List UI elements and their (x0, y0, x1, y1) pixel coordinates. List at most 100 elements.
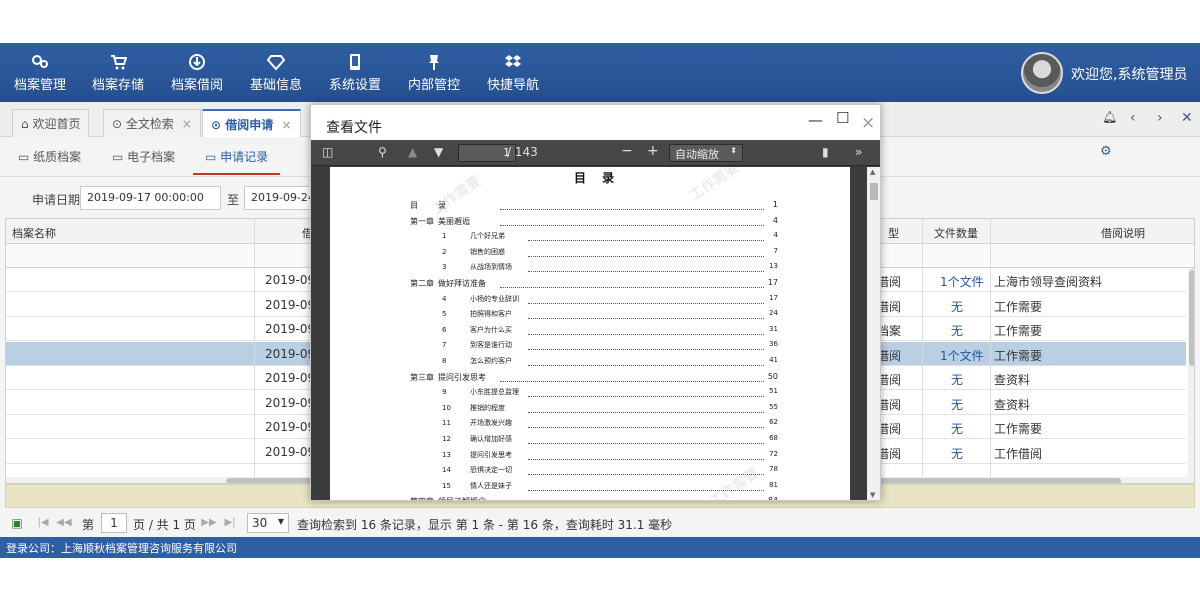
scroll-up-icon[interactable]: ▲ (870, 168, 875, 176)
first-page-icon[interactable]: |◀ (35, 515, 51, 531)
nav-item-basic-info[interactable]: 基础信息 (238, 43, 314, 102)
last-page-icon[interactable]: ▶| (222, 515, 238, 531)
subtab-application-records[interactable]: ▭ 申请记录 (192, 148, 281, 175)
toc-entry[interactable]: 5 拍照得和客户 24 (410, 309, 778, 323)
toc-entry[interactable]: 9 小东胜提总监理 51 (410, 387, 778, 401)
toc-leader-dots (500, 380, 764, 382)
nav-item-archive-management[interactable]: 档案管理 (2, 43, 78, 102)
column-header-file-count[interactable]: 文件数量 (934, 225, 978, 241)
cell-file-count[interactable]: 1个文件 (940, 347, 984, 364)
toc-entry-page: 72 (769, 449, 778, 458)
toc-entry[interactable]: 2 销售的困惑 7 (410, 247, 778, 261)
toc-leader-dots (528, 255, 764, 257)
arrow-up-icon[interactable]: ▲ (408, 145, 417, 159)
subtab-paper-archive[interactable]: ▭ 纸质档案 (18, 148, 81, 165)
dialog-title: 查看文件 (326, 120, 382, 136)
nav-item-archive-storage[interactable]: 档案存储 (80, 43, 156, 102)
toc-entry[interactable]: 6 客户为什么买 31 (410, 325, 778, 339)
toc-leader-dots (528, 271, 764, 273)
toc-entry[interactable]: 12 确认增加好感 68 (410, 434, 778, 448)
date-from-input[interactable]: 2019-09-17 00:00:00 (80, 186, 221, 210)
zoom-in-icon[interactable]: + (647, 143, 659, 159)
toc-entry[interactable]: 1 几个好兄弟 4 (410, 231, 778, 245)
cell-file-count[interactable]: 无 (951, 445, 963, 462)
cell-file-count[interactable]: 1个文件 (940, 273, 984, 290)
pdf-viewer: ◫ ⚲ ▲ ▼ 1 / 143 − + 自动缩放 ⬍ ▮ » 工作需要 工作需要… (311, 140, 880, 500)
double-chevron-right-icon[interactable]: » (855, 145, 862, 159)
toc-entry[interactable]: 3 从战场到情场 13 (410, 262, 778, 276)
toc-entry[interactable]: 14 恐惧决定一切 78 (410, 465, 778, 479)
prev-page-icon[interactable]: ◀◀ (56, 515, 72, 531)
next-page-icon[interactable]: ▶▶ (201, 515, 217, 531)
table-vertical-scrollbar[interactable] (1188, 268, 1194, 483)
page-number-input[interactable]: 1 (101, 513, 127, 533)
toc-entry[interactable]: 10 推销的程度 55 (410, 403, 778, 417)
export-excel-icon[interactable]: ▣ (9, 515, 25, 531)
cell-file-count[interactable]: 无 (951, 298, 963, 315)
chevron-right-icon[interactable]: › (1157, 110, 1163, 126)
nav-item-archive-borrowing[interactable]: 档案借阅 (159, 43, 235, 102)
sidebar-toggle-icon[interactable]: ◫ (322, 145, 333, 159)
toc-entry-page: 13 (769, 262, 778, 271)
settings-gear-icon[interactable]: ⚙ (1100, 144, 1112, 159)
toc-entry[interactable]: 第一章 美丽邂逅 4 (410, 216, 778, 230)
cell-note: 上海市领导查阅资料 (994, 275, 1103, 289)
toc-entry[interactable]: 第二章 做好拜访准备 17 (410, 278, 778, 292)
toc-entry[interactable]: 第四章领导了解概念 84 (410, 496, 778, 500)
nav-item-internal-control[interactable]: 内部管控 (396, 43, 472, 102)
tab-borrow-application[interactable]: ⊙ 借阅申请 × (202, 109, 301, 137)
subtab-electronic-archive[interactable]: ▭ 电子档案 (112, 148, 175, 165)
column-header-name[interactable]: 档案名称 (12, 225, 56, 241)
tab-fulltext-search[interactable]: ⊙ 全文检索 × (103, 109, 201, 137)
column-header-borrow-note[interactable]: 借阅说明 (1101, 225, 1145, 241)
toc-entry[interactable]: 13 提问引发思考 72 (410, 450, 778, 464)
toc-entry[interactable]: 7 到客是谁行动 36 (410, 340, 778, 354)
cell-date: 2019-09 (265, 273, 316, 287)
zoom-out-icon[interactable]: − (621, 143, 633, 159)
scrollbar-thumb[interactable] (870, 183, 878, 200)
cell-file-count[interactable]: 无 (951, 322, 963, 339)
calendar-icon: ▭ (18, 150, 30, 164)
toc-leader-dots (528, 443, 764, 444)
bookmark-icon[interactable]: ▮ (822, 145, 829, 159)
toc-entry-page: 55 (769, 402, 778, 411)
zoom-select[interactable]: 自动缩放 ⬍ (669, 144, 743, 162)
avatar[interactable] (1021, 52, 1063, 94)
page-size-select[interactable]: 30 ▼ (247, 513, 289, 533)
cell-file-count[interactable]: 无 (951, 396, 963, 413)
cell-file-count[interactable]: 无 (951, 371, 963, 388)
toc-entry-page: 68 (769, 434, 778, 442)
scroll-down-icon[interactable]: ▼ (870, 491, 875, 499)
column-header-type[interactable]: 型 (888, 225, 899, 241)
view-file-dialog: 查看文件 — ☐ × ◫ ⚲ ▲ ▼ 1 / 143 − + 自动缩放 ⬍ ▮ … (310, 104, 881, 501)
pdf-scrollbar[interactable]: ▲ ▼ (867, 167, 880, 500)
toc-entry[interactable]: 15 情人还是妹子 81 (410, 481, 778, 495)
toc-entry[interactable]: 目 录 1 (410, 200, 778, 214)
arrow-down-icon[interactable]: ▼ (434, 145, 443, 159)
tab-welcome-home[interactable]: ⌂ 欢迎首页 (12, 109, 90, 137)
maximize-icon[interactable]: ☐ (836, 109, 849, 127)
bell-icon[interactable]: 🔔︎ (1102, 110, 1117, 124)
cell-date: 2019-09 (265, 396, 316, 410)
cell-file-count[interactable]: 无 (951, 420, 963, 437)
scrollbar-thumb[interactable] (1189, 270, 1194, 366)
date-to-input[interactable]: 2019-09-24 (244, 186, 314, 210)
column-divider (254, 219, 255, 483)
toc-entry[interactable]: 第三章 提问引发思考 50 (410, 372, 778, 386)
toc-entry-page: 1 (772, 200, 778, 209)
nav-item-system-settings[interactable]: 系统设置 (317, 43, 393, 102)
toc-entry[interactable]: 4 小杨的专业辞训 17 (410, 294, 778, 308)
toc-entry-title: 怎么预约客户 (470, 357, 512, 365)
close-icon[interactable]: × (182, 117, 192, 131)
toc-entry[interactable]: 8 怎么预约客户 41 (410, 356, 778, 370)
toc-entry-number: 1 (442, 232, 447, 241)
close-all-icon[interactable]: ✕ (1181, 110, 1193, 126)
minimize-icon[interactable]: — (808, 111, 823, 129)
toc-entry[interactable]: 11 开场激发兴趣 62 (410, 418, 778, 432)
chevron-left-icon[interactable]: ‹ (1130, 110, 1136, 126)
search-icon[interactable]: ⚲ (378, 145, 387, 159)
nav-item-quick-nav[interactable]: 快捷导航 (475, 43, 551, 102)
close-icon[interactable]: × (861, 113, 875, 133)
close-icon[interactable]: × (281, 118, 291, 132)
cell-note: 查资料 (994, 373, 1031, 387)
